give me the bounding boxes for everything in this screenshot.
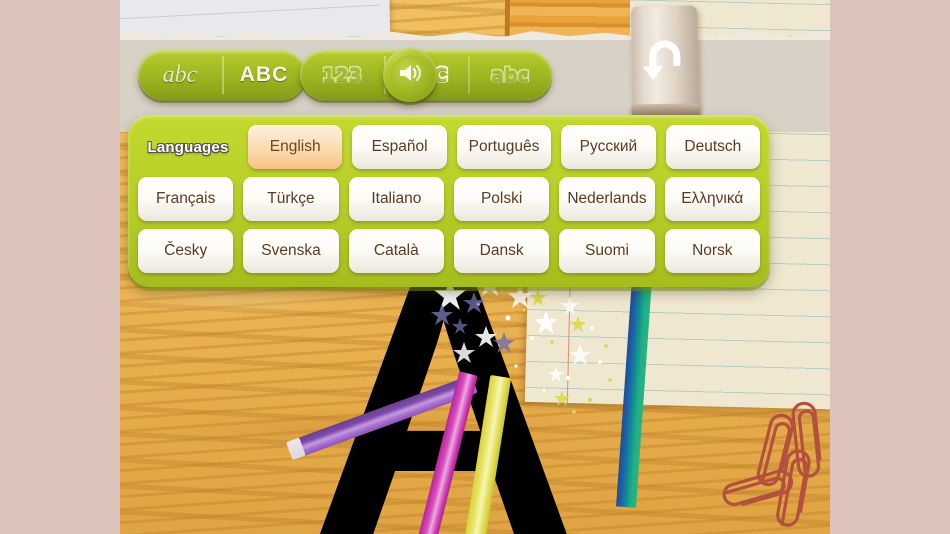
language-option-english[interactable]: English xyxy=(248,125,343,169)
language-option-turkce[interactable]: Türkçe xyxy=(243,177,339,221)
language-option-svenska[interactable]: Svenska xyxy=(243,229,339,273)
speaker-icon xyxy=(397,62,423,89)
sound-button-inner xyxy=(390,55,430,95)
language-option-polski[interactable]: Polski xyxy=(453,177,550,221)
app-stage: A abc ABC 123 abc Languages English Espa… xyxy=(120,0,830,534)
language-row-3: Česky Svenska Català Dansk Suomi Norsk xyxy=(138,229,760,273)
language-option-nederlands[interactable]: Nederlands xyxy=(559,177,655,221)
language-option-deutsch[interactable]: Deutsch xyxy=(665,125,761,169)
language-option-norsk[interactable]: Norsk xyxy=(664,229,760,273)
language-panel-title: Languages xyxy=(147,138,229,156)
mode-lowercase-abc[interactable]: abc xyxy=(468,50,552,100)
language-row-2: Français Türkçe Italiano Polski Nederlan… xyxy=(138,177,760,221)
mode-numbers-123[interactable]: 123 xyxy=(300,50,384,100)
language-option-cesky[interactable]: Česky xyxy=(138,229,234,273)
language-option-dansk[interactable]: Dansk xyxy=(453,229,550,273)
language-option-russian[interactable]: Русский xyxy=(561,125,656,169)
language-option-portugues[interactable]: Português xyxy=(456,125,552,169)
language-option-suomi[interactable]: Suomi xyxy=(559,229,655,273)
undo-arrow-icon xyxy=(639,36,690,83)
language-panel: Languages English Español Português Русс… xyxy=(128,115,770,287)
language-option-ellinika[interactable]: Ελληνικά xyxy=(664,177,760,221)
case-toggle-uppercase[interactable]: ABC xyxy=(222,50,306,100)
case-toggle-lowercase[interactable]: abc xyxy=(138,50,222,100)
language-option-francais[interactable]: Français xyxy=(138,177,234,221)
language-row-1: Languages English Español Português Русс… xyxy=(138,125,761,169)
language-option-italiano[interactable]: Italiano xyxy=(348,177,444,221)
letterbox-right xyxy=(830,0,950,534)
grey-sheet-line xyxy=(120,4,380,21)
letterbox-left xyxy=(0,0,120,534)
case-toggle[interactable]: abc ABC xyxy=(138,50,306,100)
language-option-catala[interactable]: Català xyxy=(348,229,444,273)
app-screen: A abc ABC 123 abc Languages English Espa… xyxy=(0,0,950,534)
sound-button[interactable] xyxy=(383,48,437,102)
language-option-espanol[interactable]: Español xyxy=(352,125,447,169)
